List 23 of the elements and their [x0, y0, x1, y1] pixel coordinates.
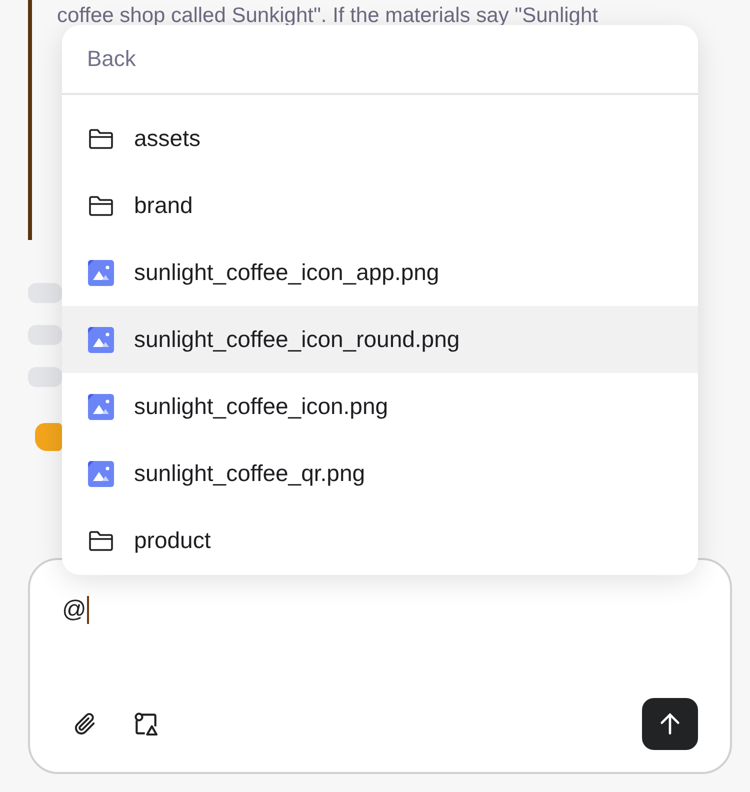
folder-icon [88, 128, 114, 150]
text-cursor [87, 596, 90, 624]
image-file-icon [88, 394, 114, 420]
skeleton-bar [28, 367, 62, 387]
file-item[interactable]: sunlight_coffee_icon_app.png [62, 239, 698, 306]
message-input[interactable]: @ [28, 558, 732, 774]
image-icon[interactable] [132, 710, 160, 738]
folder-icon [88, 194, 114, 216]
quote-text: coffee shop called Sunkight". If the materials say "Sunlight [57, 4, 598, 27]
back-item[interactable]: Back [62, 25, 698, 95]
skeleton-bar [28, 325, 62, 345]
file-item[interactable]: assets [62, 105, 698, 172]
send-button[interactable] [642, 698, 698, 750]
image-file-icon [88, 460, 114, 486]
skeleton-bar [28, 283, 62, 303]
input-text: @ [62, 596, 86, 624]
image-file-icon [88, 326, 114, 352]
file-item[interactable]: sunlight_coffee_icon_round.png [62, 306, 698, 373]
file-item[interactable]: sunlight_coffee_qr.png [62, 440, 698, 507]
file-item[interactable]: sunlight_coffee_icon.png [62, 373, 698, 440]
folder-icon [88, 530, 114, 552]
image-file-icon [88, 260, 114, 286]
file-item[interactable]: brand [62, 172, 698, 239]
